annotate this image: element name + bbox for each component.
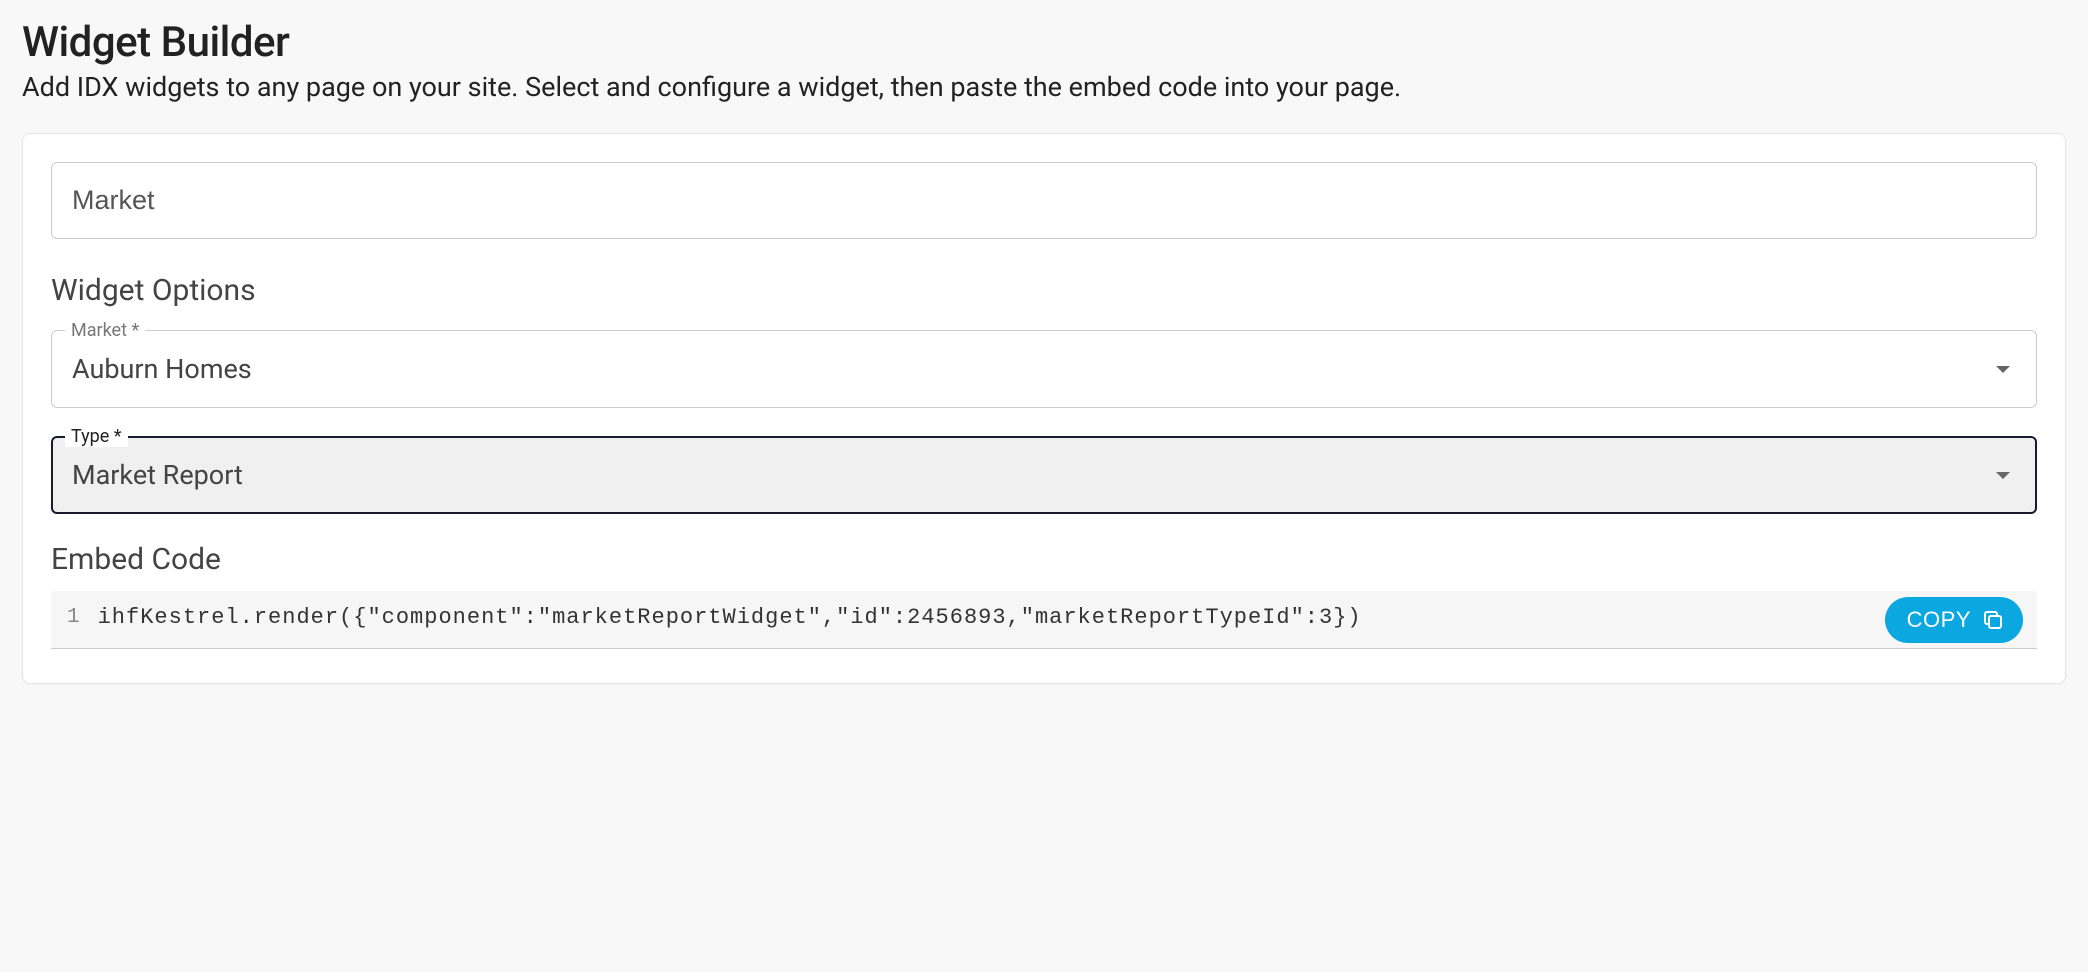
page-title: Widget Builder	[22, 18, 2066, 67]
page-subtitle: Add IDX widgets to any page on your site…	[22, 69, 2066, 105]
copy-icon	[1981, 608, 2005, 632]
embed-code-block[interactable]: 1 ihfKestrel.render({"component":"market…	[51, 591, 2037, 649]
chevron-down-icon	[1996, 472, 2010, 479]
chevron-down-icon	[1996, 366, 2010, 373]
type-label: Type *	[65, 426, 128, 447]
embed-code-text: ihfKestrel.render({"component":"marketRe…	[98, 605, 2021, 630]
embed-code-heading: Embed Code	[51, 542, 2037, 577]
market-value: Auburn Homes	[72, 353, 1996, 385]
widget-name-input[interactable]	[51, 162, 2037, 239]
market-field: Market * Auburn Homes	[51, 330, 2037, 408]
market-select[interactable]: Auburn Homes	[51, 330, 2037, 408]
code-line-number: 1	[67, 605, 80, 629]
widget-options-heading: Widget Options	[51, 273, 2037, 308]
copy-button-label: COPY	[1907, 607, 1971, 633]
type-value: Market Report	[72, 459, 1996, 491]
copy-button[interactable]: COPY	[1885, 597, 2023, 643]
type-select[interactable]: Market Report	[51, 436, 2037, 514]
market-label: Market *	[65, 320, 145, 341]
builder-card: Widget Options Market * Auburn Homes Typ…	[22, 133, 2066, 684]
type-field: Type * Market Report	[51, 436, 2037, 514]
